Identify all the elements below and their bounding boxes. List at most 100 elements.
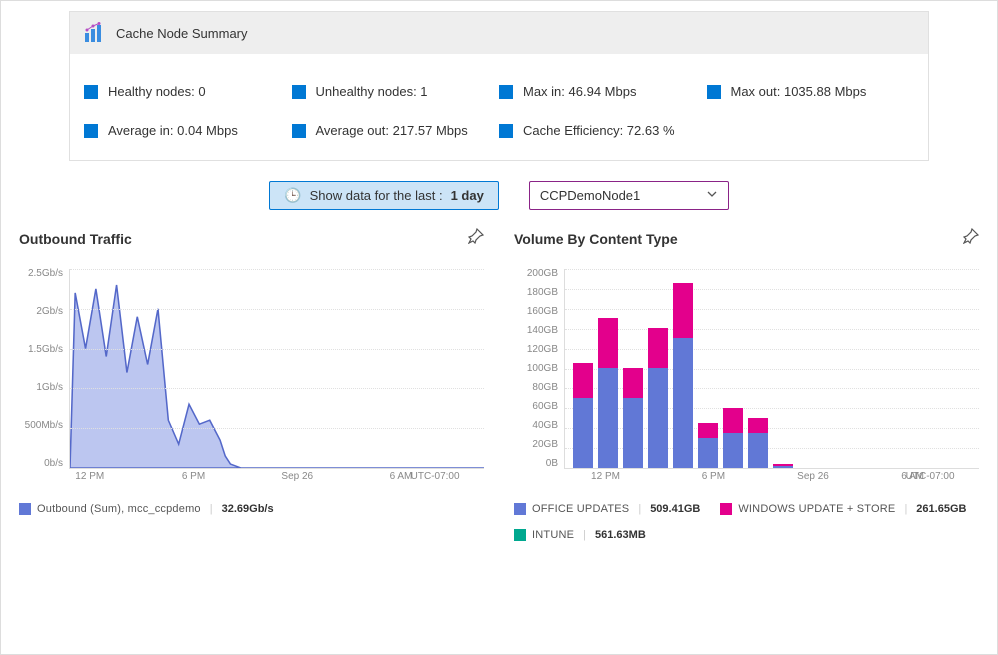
volume-legend: OFFICE UPDATES | 509.41GB WINDOWS UPDATE… — [514, 503, 979, 541]
node-select[interactable]: CCPDemoNode1 — [529, 181, 729, 210]
y-tick: 120GB — [514, 345, 558, 355]
volume-x-axis: 12 PM 6 PM Sep 26 6 AM UTC-07:00 — [564, 471, 979, 489]
y-tick: 60GB — [514, 402, 558, 412]
square-icon — [499, 124, 513, 138]
metric-unhealthy-nodes: Unhealthy nodes: 1 — [292, 84, 500, 99]
square-icon — [514, 503, 526, 515]
volume-chart-area: 200GB 180GB 160GB 140GB 120GB 100GB 80GB… — [514, 269, 979, 489]
square-icon — [84, 85, 98, 99]
square-icon — [514, 529, 526, 541]
bar-stack — [573, 363, 593, 468]
bar-stack — [673, 283, 693, 468]
bar-segment — [648, 368, 668, 468]
bar-segment — [573, 363, 593, 398]
bar-segment — [598, 368, 618, 468]
legend-label: Outbound (Sum), mcc_ccpdemo — [37, 503, 201, 515]
legend-item-intune: INTUNE | 561.63MB — [514, 529, 646, 541]
legend-item-windows: WINDOWS UPDATE + STORE | 261.65GB — [720, 503, 966, 515]
bar-segment — [698, 423, 718, 438]
volume-plot — [564, 269, 979, 469]
y-tick: 1.5Gb/s — [19, 345, 63, 355]
bar-segment — [748, 433, 768, 468]
bar-stack — [623, 368, 643, 468]
metrics-row: Healthy nodes: 0 Unhealthy nodes: 1 Max … — [84, 72, 914, 150]
outbound-y-axis: 2.5Gb/s 2Gb/s 1.5Gb/s 1Gb/s 500Mb/s 0b/s — [19, 269, 67, 469]
bar-stack — [698, 423, 718, 468]
metric-label: Cache Efficiency: 72.63 % — [523, 123, 675, 138]
y-tick: 40GB — [514, 421, 558, 431]
metric-cache-efficiency: Cache Efficiency: 72.63 % — [499, 123, 707, 138]
time-range-value: 1 day — [451, 188, 484, 203]
outbound-legend: Outbound (Sum), mcc_ccpdemo | 32.69Gb/s — [19, 503, 484, 515]
time-range-button[interactable]: 🕒 Show data for the last : 1 day — [269, 181, 499, 210]
x-tick: 6 PM — [702, 471, 725, 482]
bar-segment — [773, 466, 793, 468]
controls-row: 🕒 Show data for the last : 1 day CCPDemo… — [19, 181, 979, 210]
legend-value: 32.69Gb/s — [222, 503, 274, 515]
summary-header: Cache Node Summary — [70, 12, 928, 54]
bar-segment — [623, 398, 643, 468]
y-tick: 2Gb/s — [19, 307, 63, 317]
metric-label: Average out: 217.57 Mbps — [316, 123, 468, 138]
legend-label: WINDOWS UPDATE + STORE — [738, 503, 895, 515]
pin-icon[interactable] — [963, 228, 979, 249]
bar-segment — [748, 418, 768, 433]
legend-value: 509.41GB — [650, 503, 700, 515]
x-tick: 6 PM — [182, 471, 205, 482]
x-tick: Sep 26 — [281, 471, 313, 482]
outbound-area-svg — [70, 269, 484, 468]
y-tick: 200GB — [514, 269, 558, 279]
legend-value: 261.65GB — [916, 503, 966, 515]
outbound-plot — [69, 269, 484, 469]
bar-stack — [648, 328, 668, 468]
square-icon — [292, 85, 306, 99]
summary-body: Healthy nodes: 0 Unhealthy nodes: 1 Max … — [70, 54, 928, 160]
volume-by-content-panel: Volume By Content Type 200GB 180GB 160GB… — [514, 228, 979, 541]
bar-segment — [698, 438, 718, 468]
pin-icon[interactable] — [468, 228, 484, 249]
bar-segment — [723, 408, 743, 433]
metric-max-out: Max out: 1035.88 Mbps — [707, 84, 915, 99]
x-tick: Sep 26 — [797, 471, 829, 482]
square-icon — [19, 503, 31, 515]
y-tick: 0b/s — [19, 459, 63, 469]
metric-label: Healthy nodes: 0 — [108, 84, 206, 99]
y-tick: 180GB — [514, 288, 558, 298]
bar-stack — [748, 418, 768, 468]
timezone-label: UTC-07:00 — [411, 471, 460, 482]
y-tick: 100GB — [514, 364, 558, 374]
volume-bars — [565, 269, 793, 468]
outbound-traffic-panel: Outbound Traffic 2.5Gb/s 2Gb/s 1.5Gb/s 1… — [19, 228, 484, 541]
bar-segment — [573, 398, 593, 468]
legend-label: INTUNE — [532, 529, 574, 541]
chevron-down-icon — [706, 188, 718, 203]
y-tick: 0B — [514, 459, 558, 469]
x-tick: 12 PM — [75, 471, 104, 482]
time-range-prefix: Show data for the last : — [310, 188, 443, 203]
metric-avg-in: Average in: 0.04 Mbps — [84, 123, 292, 138]
y-tick: 2.5Gb/s — [19, 269, 63, 279]
square-icon — [499, 85, 513, 99]
square-icon — [720, 503, 732, 515]
x-tick: 12 PM — [591, 471, 620, 482]
bar-segment — [723, 433, 743, 468]
metric-max-in: Max in: 46.94 Mbps — [499, 84, 707, 99]
y-tick: 140GB — [514, 326, 558, 336]
y-tick: 1Gb/s — [19, 383, 63, 393]
charts-row: Outbound Traffic 2.5Gb/s 2Gb/s 1.5Gb/s 1… — [19, 228, 979, 541]
bar-stack — [773, 464, 793, 468]
timezone-label: UTC-07:00 — [906, 471, 955, 482]
y-tick: 80GB — [514, 383, 558, 393]
bar-chart-icon — [84, 22, 106, 44]
metric-avg-out: Average out: 217.57 Mbps — [292, 123, 500, 138]
square-icon — [84, 124, 98, 138]
y-tick: 20GB — [514, 440, 558, 450]
metric-label: Average in: 0.04 Mbps — [108, 123, 238, 138]
outbound-x-axis: 12 PM 6 PM Sep 26 6 AM UTC-07:00 — [69, 471, 484, 489]
bar-stack — [598, 318, 618, 468]
cache-node-summary-card: Cache Node Summary Healthy nodes: 0 Unhe… — [69, 11, 929, 161]
x-tick: 6 AM — [390, 471, 413, 482]
legend-item-office: OFFICE UPDATES | 509.41GB — [514, 503, 700, 515]
square-icon — [707, 85, 721, 99]
square-icon — [292, 124, 306, 138]
